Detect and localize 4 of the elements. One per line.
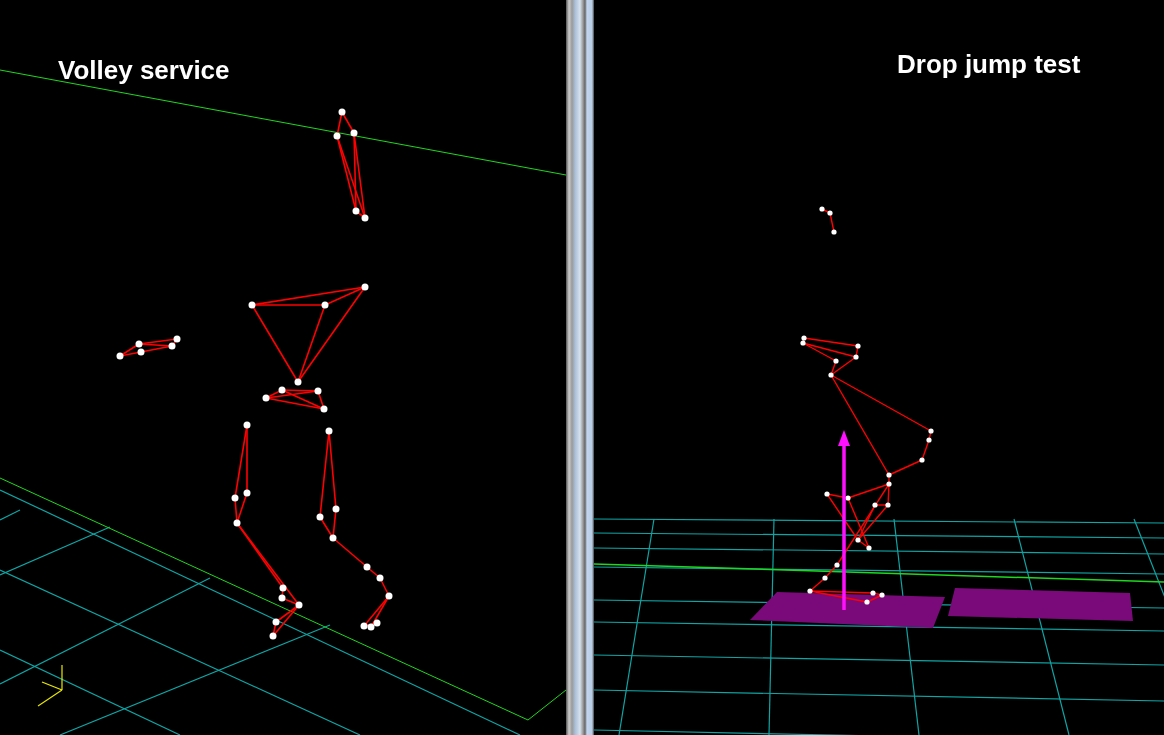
viewport-title: Drop jump test: [897, 49, 1081, 80]
viewport-title: Volley service: [58, 55, 230, 86]
splitter-handle[interactable]: [566, 0, 594, 735]
axis-triad-icon: [37, 664, 63, 707]
